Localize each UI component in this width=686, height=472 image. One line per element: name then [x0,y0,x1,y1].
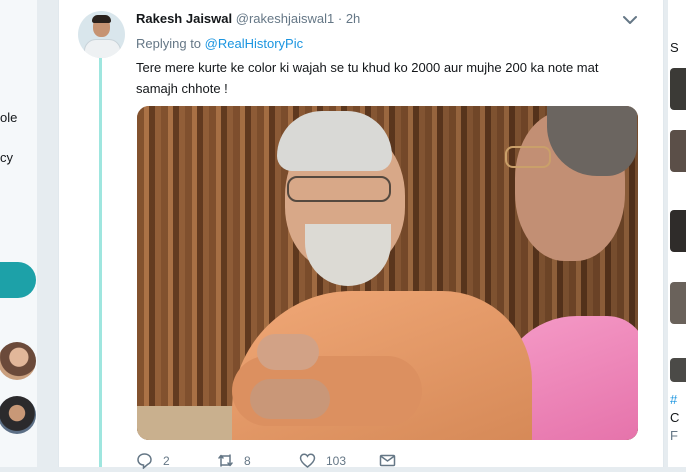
photo-person-right-glasses [505,146,551,168]
avatar[interactable] [0,342,36,380]
photo-person-left-hair [277,111,392,171]
replying-prefix: Replying to [136,36,202,51]
tweet-text: Tere mere kurte ke color ki wajah se tu … [136,60,599,96]
right-sidebar-image[interactable] [670,130,686,172]
photo-person-left-hand [257,334,319,370]
author-handle[interactable]: @rakeshjaiswal1 [236,11,334,26]
left-sidebar: ole cy [0,0,37,467]
left-sidebar-text: ole [0,110,18,125]
replying-to: Replying to @RealHistoryPic [136,36,303,51]
author-avatar[interactable] [78,11,125,58]
reply-button[interactable]: 2 [136,452,170,469]
sidebar-action-button[interactable] [0,262,36,298]
right-sidebar-image[interactable] [670,282,686,324]
tweet-header: Rakesh Jaiswal @rakeshjaiswal1 · 2h [136,11,360,26]
tweet-photo[interactable] [137,106,638,440]
reply-count: 2 [163,453,170,468]
right-sidebar-text: F [670,428,678,443]
thread-line [99,58,102,467]
tweet-actions: 2 8 103 [136,452,636,472]
right-sidebar-image[interactable] [670,210,686,252]
right-sidebar-text: S [670,40,679,55]
photo-person-left-glasses [287,176,391,202]
like-button[interactable]: 103 [299,452,346,469]
tweet-time[interactable]: 2h [346,11,360,26]
right-sidebar: S # C F [668,0,686,467]
direct-message-button[interactable] [379,452,406,469]
avatar-shirt [84,39,121,58]
retweet-icon [218,454,233,467]
avatar-hair [92,15,111,23]
like-count: 103 [326,453,347,468]
replying-handle-link[interactable]: @RealHistoryPic [205,36,303,51]
right-sidebar-image[interactable] [670,358,686,382]
photo-person-left-hand [250,379,330,419]
right-sidebar-image[interactable] [670,68,686,110]
chevron-down-icon[interactable] [621,11,639,29]
message-icon [379,454,396,467]
separator: · [337,11,343,26]
retweet-count: 8 [244,453,251,468]
avatar[interactable] [0,396,36,434]
left-sidebar-text: cy [0,150,13,165]
author-name[interactable]: Rakesh Jaiswal [136,11,232,26]
retweet-button[interactable]: 8 [217,452,251,469]
tweet-card[interactable]: Rakesh Jaiswal @rakeshjaiswal1 · 2h Repl… [58,0,664,469]
right-sidebar-text[interactable]: # [670,392,677,407]
like-icon [299,453,316,468]
right-sidebar-text: C [670,410,680,425]
reply-icon [137,453,152,469]
